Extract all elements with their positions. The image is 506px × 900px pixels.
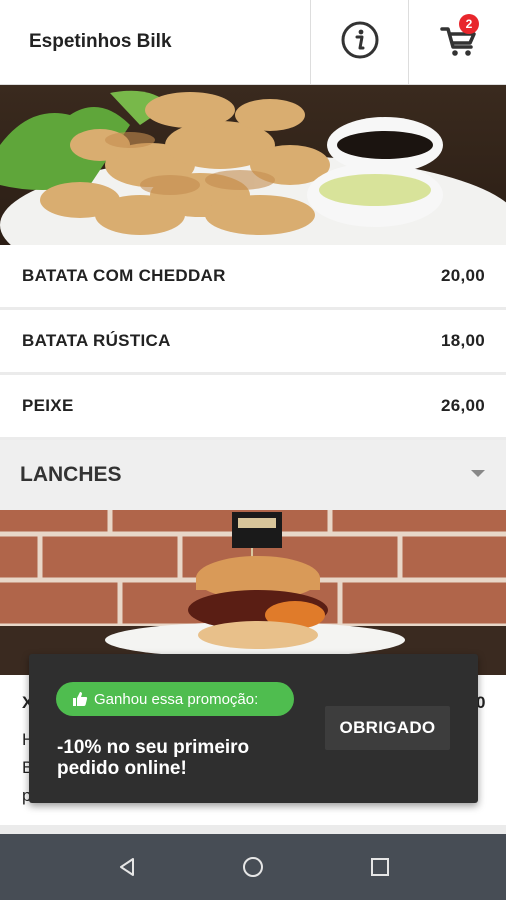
menu-item-price: 20,00 — [440, 266, 485, 285]
menu-item-batata-rustica[interactable]: BATATA RÚSTICA 18,00 — [0, 310, 506, 372]
menu-item-name: BATATA RÚSTICA — [22, 331, 171, 350]
section-title: LANCHES — [20, 463, 122, 486]
info-button[interactable] — [310, 0, 408, 84]
menu-item-name: BATATA COM CHEDDAR — [22, 266, 226, 285]
info-icon — [340, 20, 380, 65]
cart-count-badge: 2 — [459, 14, 479, 34]
system-navigation-bar — [0, 834, 506, 900]
menu-item-batata-com-cheddar[interactable]: BATATA COM CHEDDAR 20,00 — [0, 245, 506, 307]
obrigado-button[interactable]: OBRIGADO — [325, 706, 450, 750]
menu-item-name: PEIXE — [22, 396, 74, 415]
back-icon[interactable] — [112, 852, 142, 882]
fried-fish-image — [0, 85, 506, 245]
menu-item-price: 18,00 — [440, 331, 485, 350]
app-header: Espetinhos Bilk 2 — [0, 0, 506, 85]
promo-label: Ganhou essa promoção: — [94, 690, 259, 708]
home-icon[interactable] — [238, 852, 268, 882]
cart-button[interactable]: 2 — [408, 0, 506, 84]
menu-item-peixe[interactable]: PEIXE 26,00 — [0, 375, 506, 437]
burger-image — [0, 510, 506, 675]
section-lanches[interactable]: LANCHES — [0, 440, 506, 510]
thumb-up-icon — [72, 691, 88, 707]
chevron-down-icon — [470, 466, 486, 484]
recents-icon[interactable] — [365, 852, 395, 882]
promo-badge: Ganhou essa promoção: — [56, 682, 294, 716]
menu-item-price: 26,00 — [440, 396, 485, 415]
promotion-snackbar: Ganhou essa promoção: -10% no seu primei… — [29, 654, 478, 803]
promo-message: -10% no seu primeiro pedido online! — [57, 737, 250, 779]
store-title: Espetinhos Bilk — [29, 31, 172, 52]
